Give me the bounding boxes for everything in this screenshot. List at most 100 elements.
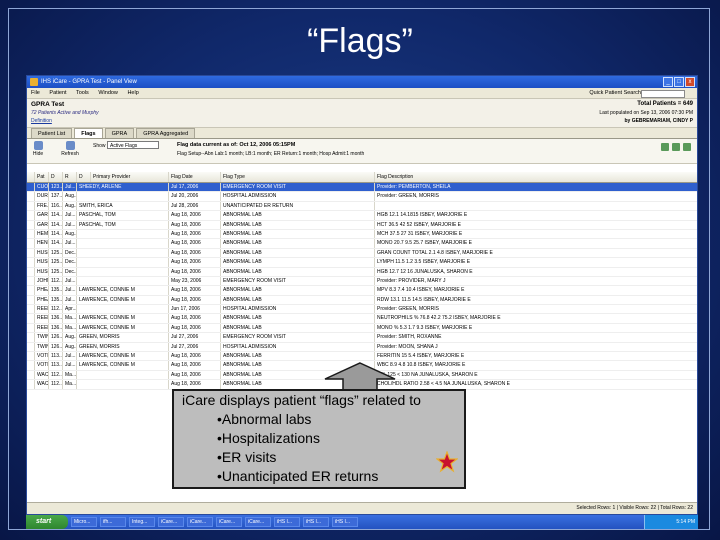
tab-patient-list[interactable]: Patient List bbox=[31, 128, 73, 138]
table-row[interactable]: GARC...114...Jul...PASCHAL, TOMAug 18, 2… bbox=[27, 211, 697, 221]
panel-name: GPRA Test bbox=[31, 101, 65, 108]
callout-bullet: •Abnormal labs bbox=[217, 411, 312, 427]
taskbar-item[interactable]: Integ... bbox=[129, 517, 155, 527]
flag-description-cell: Provider: GREEN, MORRIS bbox=[375, 305, 697, 313]
flag-type-cell: EMERGENCY ROOM VISIT bbox=[221, 276, 375, 286]
quick-search-input[interactable] bbox=[641, 90, 685, 98]
table-row[interactable]: HUSK...125...Dec... Aug 18, 2006ABNORMAL … bbox=[27, 258, 697, 268]
primary-provider-cell: SMITH, ERICA bbox=[77, 201, 169, 211]
menu-bar: File Patient Tools Window Help Quick Pat… bbox=[27, 88, 697, 99]
column-header[interactable]: R bbox=[63, 172, 77, 182]
start-button[interactable]: start bbox=[26, 515, 68, 529]
table-row[interactable]: CUO...123...Jul...SHEEDY, ARLENEJul 17, … bbox=[27, 183, 697, 193]
taskbar-items: Micro... ifh... Integ... iCare... iCare... iC… bbox=[68, 517, 358, 527]
tab-gpra-aggregated[interactable]: GPRA Aggregated bbox=[136, 128, 196, 138]
app-icon bbox=[30, 78, 38, 86]
column-header[interactable]: Pat bbox=[35, 172, 49, 182]
table-row[interactable]: REED...136...Ma...LAWRENCE, CONNIE MAug … bbox=[27, 323, 697, 334]
window-titlebar[interactable]: IHS iCare - GPRA Test - Panel View _ □ x bbox=[27, 76, 697, 88]
row-selector bbox=[27, 248, 35, 258]
hrn-cell: 135... bbox=[51, 286, 63, 295]
taskbar-item[interactable]: iCare... bbox=[245, 517, 271, 527]
flag-description-cell: CHOL/HDL RATIO 2.58 < 4.5 NA JUNALUSKA, … bbox=[375, 380, 697, 388]
table-row[interactable]: JOHN...112...Jul... May 23, 2006EMERGENCY… bbox=[27, 276, 697, 287]
primary-provider-cell: LAWRENCE, CONNIE M bbox=[77, 314, 169, 323]
column-header[interactable]: Flag Description bbox=[375, 172, 697, 182]
hrn-cell: 125... bbox=[51, 248, 63, 258]
taskbar-item[interactable]: iHS I... bbox=[303, 517, 329, 527]
table-row[interactable]: GARC...114...Jul...PASCHAL, TOMAug 18, 2… bbox=[27, 220, 697, 230]
patient-name-cell: PHEA... bbox=[37, 295, 49, 305]
taskbar-item[interactable]: iHS I... bbox=[274, 517, 300, 527]
taskbar-item[interactable]: iCare... bbox=[216, 517, 242, 527]
table-row[interactable]: HUSK...125...Dec... Aug 18, 2006ABNORMAL … bbox=[27, 267, 697, 277]
taskbar-item[interactable]: ifh... bbox=[100, 517, 126, 527]
flag-type-cell: ABNORMAL LAB bbox=[221, 229, 375, 239]
show-select[interactable]: Active Flags bbox=[107, 141, 159, 149]
column-header[interactable]: Primary Provider bbox=[91, 172, 169, 182]
menu-patient[interactable]: Patient bbox=[49, 90, 66, 96]
taskbar-item[interactable]: Micro... bbox=[71, 517, 97, 527]
patient-name-cell: VOTR... bbox=[37, 361, 49, 370]
grid-body: CUO...123...Jul...SHEEDY, ARLENEJul 17, … bbox=[27, 183, 697, 390]
column-header[interactable] bbox=[27, 172, 35, 182]
row-selector bbox=[27, 295, 35, 305]
tab-flags[interactable]: Flags bbox=[74, 128, 103, 138]
column-header[interactable]: Flag Date bbox=[169, 172, 221, 182]
flag-description-cell: MCH 37.5 27 31 ISBEY, MARJORIE E bbox=[375, 230, 697, 238]
hrn-cell: 125... bbox=[51, 267, 63, 276]
patient-name-cell: HUSK... bbox=[37, 248, 49, 258]
primary-provider-cell: GREEN, MORRIS bbox=[77, 333, 169, 342]
row-selector bbox=[27, 267, 35, 276]
column-header[interactable]: D bbox=[77, 172, 91, 182]
table-row[interactable]: DURI...137...Aug... Jul 20, 2006HOSPITAL … bbox=[27, 192, 697, 202]
definition-link[interactable]: Definition bbox=[31, 118, 52, 124]
quick-search-label: Quick Patient Search bbox=[589, 90, 641, 96]
dob-cell: Aug... bbox=[65, 342, 77, 352]
view-tabs: Patient List Flags GPRA GPRA Aggregated bbox=[27, 128, 697, 139]
table-row[interactable]: HUSK...125...Dec... Aug 18, 2006ABNORMAL … bbox=[27, 248, 697, 259]
table-row[interactable]: TWIN...126...Aug...GREEN, MORRISJul 27, … bbox=[27, 342, 697, 353]
table-row[interactable]: REED...136...Ma...LAWRENCE, CONNIE MAug … bbox=[27, 314, 697, 324]
refresh-button[interactable]: Refresh bbox=[61, 141, 79, 157]
flag-type-cell: ABNORMAL LAB bbox=[221, 220, 375, 229]
dob-cell: Jul... bbox=[65, 352, 77, 361]
menu-window[interactable]: Window bbox=[98, 90, 118, 96]
menu-help[interactable]: Help bbox=[127, 90, 138, 96]
table-row[interactable]: VOTR...113...Jul...LAWRENCE, CONNIE MAug… bbox=[27, 352, 697, 362]
minimize-button[interactable]: _ bbox=[663, 77, 673, 87]
patient-name-cell: TWIN... bbox=[35, 333, 49, 342]
column-header[interactable]: Flag Type bbox=[221, 172, 375, 182]
flag-date-cell: Aug 18, 2006 bbox=[169, 361, 221, 370]
tab-gpra[interactable]: GPRA bbox=[104, 128, 135, 138]
table-row[interactable]: PHEA...135...Jul...LAWRENCE, CONNIE MAug… bbox=[27, 295, 697, 306]
taskbar-item[interactable]: iCare... bbox=[158, 517, 184, 527]
excel-icon[interactable] bbox=[661, 143, 669, 151]
table-row[interactable]: REED...112...Apr... Jun 17, 2006HOSPITAL … bbox=[27, 305, 697, 315]
flag-description-cell: NEUTROPHILS % 76.8 42.2 75.2 ISBEY, MARJ… bbox=[375, 314, 697, 322]
table-row[interactable]: PHEA...135...Jul...LAWRENCE, CONNIE MAug… bbox=[27, 286, 697, 296]
dob-cell: Jul... bbox=[65, 239, 77, 248]
refresh-icon bbox=[65, 141, 75, 150]
print-icon[interactable] bbox=[683, 143, 691, 151]
menu-tools[interactable]: Tools bbox=[76, 90, 89, 96]
table-row[interactable]: FRE...116...Aug...SMITH, ERICAJul 28, 20… bbox=[27, 201, 697, 212]
dob-cell: Jul... bbox=[65, 183, 77, 192]
taskbar-item[interactable]: iHS I... bbox=[332, 517, 358, 527]
primary-provider-cell bbox=[77, 248, 169, 258]
taskbar-item[interactable]: iCare... bbox=[187, 517, 213, 527]
mail-icon[interactable] bbox=[672, 143, 680, 151]
flag-description-cell: Provider: PROVIDER, MARY J bbox=[375, 277, 697, 285]
dob-cell: Jul... bbox=[65, 361, 77, 370]
table-row[interactable]: HEMP...114...Aug... Aug 18, 2006ABNORMAL … bbox=[27, 229, 697, 240]
hide-button[interactable]: Hide bbox=[29, 141, 47, 157]
table-row[interactable]: TWIN...126...Aug...GREEN, MORRISJul 27, … bbox=[27, 333, 697, 343]
table-row[interactable]: HENK...114...Jul... Aug 18, 2006ABNORMAL … bbox=[27, 239, 697, 249]
hrn-cell: 112... bbox=[51, 370, 63, 380]
column-header[interactable]: D bbox=[49, 172, 63, 182]
dob-cell: Dec... bbox=[65, 248, 77, 258]
primary-provider-cell bbox=[77, 276, 169, 286]
menu-file[interactable]: File bbox=[31, 90, 40, 96]
maximize-button[interactable]: □ bbox=[674, 77, 684, 87]
close-button[interactable]: x bbox=[685, 77, 695, 87]
